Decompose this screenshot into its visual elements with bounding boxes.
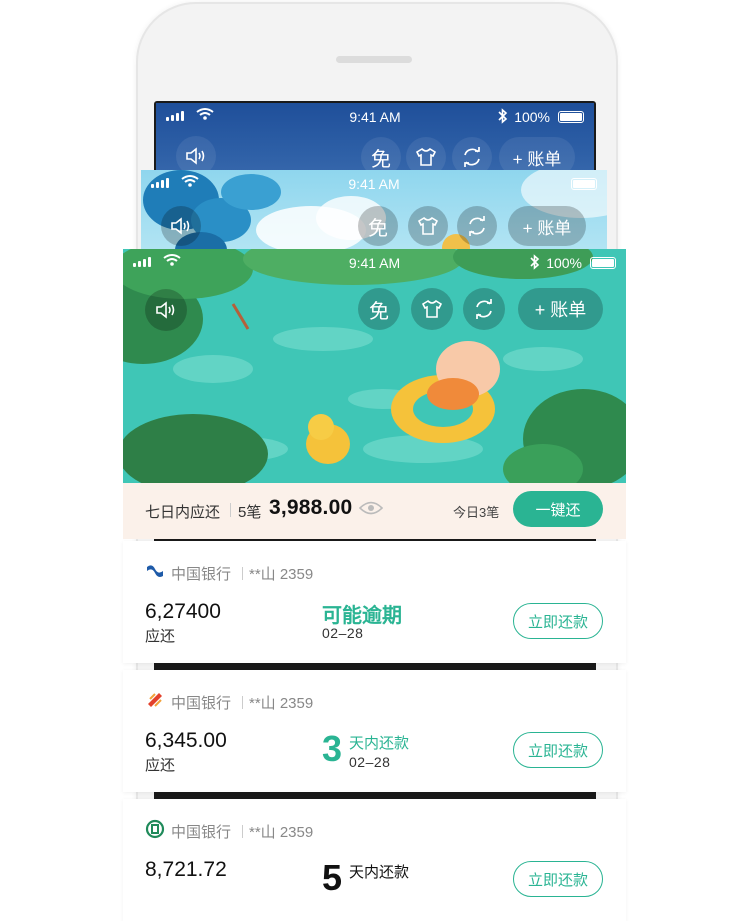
status-bar: 9:41 AM 100% [156, 103, 594, 131]
due-date: 02–28 [322, 625, 364, 641]
free-label: 免 [371, 148, 391, 171]
divider [242, 825, 243, 838]
bill-card[interactable]: 中国银行 **山 2359 6,345.00 应还 3 天内还款 02–28 立… [123, 670, 626, 792]
bill-amount: 8,721.72 [145, 858, 227, 881]
repay-button[interactable]: 立即还款 [513, 603, 603, 639]
bill-card[interactable]: 中国银行 **山 2359 8,721.72 5 天内还款 立即还款 [123, 799, 626, 921]
speaker-icon [156, 301, 175, 319]
bank-name: 中国银行 [171, 695, 232, 712]
refresh-button[interactable] [457, 206, 497, 246]
refresh-button[interactable] [463, 288, 505, 330]
account-number: **山 2359 [249, 566, 314, 583]
battery-percent: 100% [546, 255, 582, 271]
add-bill-button[interactable]: + 账单 [508, 206, 586, 246]
refresh-icon [476, 299, 492, 319]
today-count: 今日3笔 [453, 505, 500, 520]
bluetooth-icon [530, 254, 540, 270]
pay-all-button[interactable]: 一键还 [513, 491, 603, 527]
repay-button[interactable]: 立即还款 [513, 861, 603, 897]
bill-amount: 6,345.00 [145, 729, 227, 752]
speaker-button[interactable] [145, 289, 187, 331]
battery-icon [571, 178, 597, 190]
refresh-icon [464, 147, 480, 167]
shirt-icon [415, 147, 437, 166]
add-bill-button[interactable]: + 账单 [518, 288, 603, 330]
days-label: 天内还款 [349, 864, 410, 881]
bank-name: 中国银行 [171, 824, 232, 841]
account-number: **山 2359 [249, 824, 314, 841]
bill-card[interactable]: 中国银行 **山 2359 6,27400 应还 可能逾期 02–28 立即还款 [123, 541, 626, 663]
bluetooth-icon [498, 108, 508, 124]
repay-button[interactable]: 立即还款 [513, 732, 603, 768]
battery-icon [558, 111, 584, 123]
free-label: 免 [369, 300, 389, 323]
bank-logo-icon [145, 819, 165, 839]
bank-logo-icon [147, 565, 163, 577]
phone-speaker [336, 56, 412, 63]
battery-icon [590, 257, 616, 269]
due-label: 应还 [145, 757, 176, 774]
add-bill-label: + 账单 [522, 218, 572, 238]
status-bar: 9:41 AM 100% [123, 249, 626, 277]
repayment-summary: 七日内应还 5笔 3,988.00 今日3笔 一键还 [123, 483, 626, 539]
status-time: 9:41 AM [348, 176, 400, 192]
free-label: 免 [368, 217, 388, 240]
shirt-icon [417, 216, 439, 235]
divider [230, 503, 231, 517]
battery-percent: 100% [514, 109, 550, 125]
divider [242, 696, 243, 709]
theme-preview-sky[interactable]: 9:41 AM 免 + 账单 [141, 170, 607, 260]
eye-icon[interactable] [359, 500, 383, 516]
theme-button[interactable] [408, 206, 448, 246]
refresh-icon [469, 216, 485, 236]
pool-illustration [123, 249, 626, 483]
overdue-status: 可能逾期 [322, 605, 402, 627]
days-label: 天内还款 [349, 735, 410, 752]
days-number: 5 [322, 857, 343, 898]
summary-count: 5笔 [238, 504, 262, 521]
shirt-icon [421, 299, 443, 318]
summary-amount: 3,988.00 [269, 496, 353, 519]
speaker-button[interactable] [161, 206, 201, 246]
speaker-icon [186, 147, 205, 165]
free-button[interactable]: 免 [358, 288, 400, 330]
add-bill-label: + 账单 [512, 149, 562, 169]
free-button[interactable]: 免 [358, 206, 398, 246]
bank-name: 中国银行 [171, 566, 232, 583]
theme-preview-pool[interactable]: 9:41 AM 100% 免 + 账单 [123, 249, 626, 483]
speaker-icon [171, 217, 190, 235]
account-number: **山 2359 [249, 695, 314, 712]
bank-logo-icon [148, 693, 162, 707]
add-bill-label: + 账单 [534, 300, 587, 320]
bill-amount: 6,27400 [145, 600, 221, 623]
divider [242, 567, 243, 580]
due-label: 应还 [145, 628, 176, 645]
summary-label: 七日内应还 [145, 504, 221, 521]
status-bar: 9:41 AM [141, 170, 607, 198]
due-date: 02–28 [349, 754, 391, 770]
theme-button[interactable] [411, 288, 453, 330]
days-number: 3 [322, 728, 343, 769]
